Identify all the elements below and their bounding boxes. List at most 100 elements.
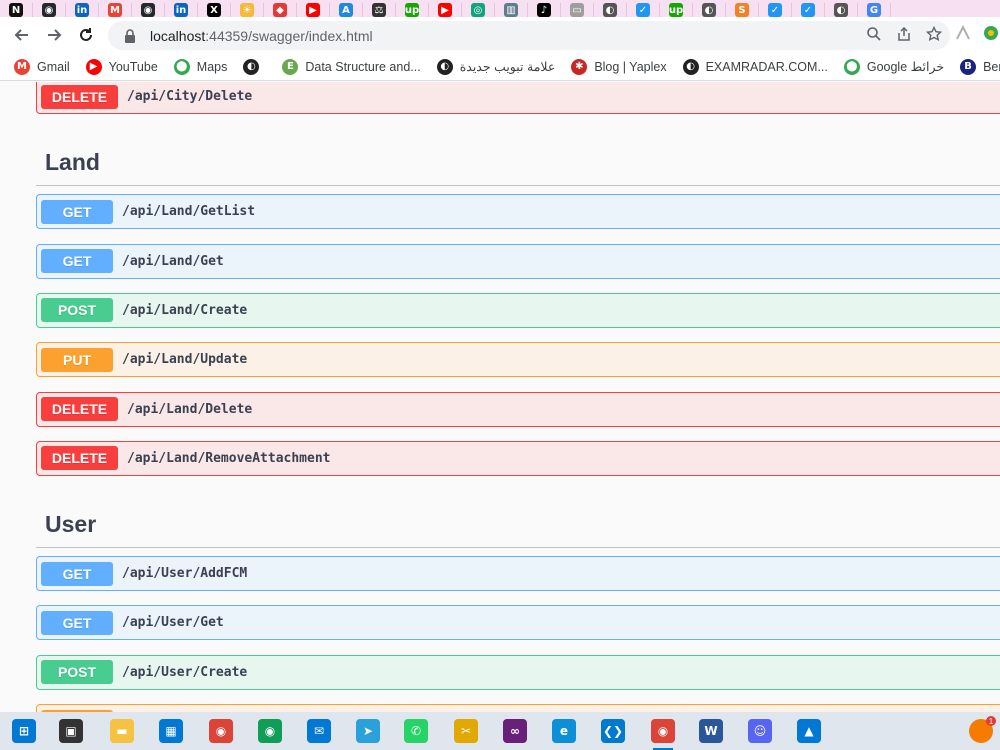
browser-tab[interactable]: ◎ xyxy=(462,3,495,17)
browser-tab[interactable]: up xyxy=(396,3,429,17)
browser-tab[interactable]: ▥ xyxy=(495,3,528,17)
reload-icon[interactable] xyxy=(70,19,102,51)
operation-row-post[interactable]: POST/api/Land/Create xyxy=(36,292,1000,328)
browser-tab[interactable]: ◆ xyxy=(264,3,297,17)
endpoint-path[interactable]: /api/City/Delete xyxy=(127,89,252,104)
browser-tab[interactable]: A xyxy=(330,3,363,17)
http-method-badge[interactable]: GET xyxy=(41,610,113,635)
taskbar-app-button[interactable]: ∞ xyxy=(500,716,530,746)
browser-tab[interactable]: up xyxy=(660,3,693,17)
browser-tab[interactable]: ⚖ xyxy=(363,3,396,17)
endpoint-path[interactable]: /api/User/Get xyxy=(122,615,224,630)
browser-tab[interactable]: ▭ xyxy=(561,3,594,17)
http-method-badge[interactable]: POST xyxy=(41,660,113,685)
operation-row-get[interactable]: GET/api/User/Get xyxy=(36,605,1000,641)
browser-tab[interactable]: ▶ xyxy=(297,3,330,17)
taskbar-app-button[interactable]: ◉ xyxy=(648,716,678,750)
browser-tab[interactable]: ◐ xyxy=(693,3,726,17)
browser-tab[interactable]: ◐ xyxy=(594,3,627,17)
operation-row-post[interactable]: POST/api/User/Create xyxy=(36,654,1000,690)
operation-row-delete[interactable]: DELETE/api/Land/RemoveAttachment xyxy=(36,440,1000,476)
operation-row-put[interactable]: PUT/api/Land/Update xyxy=(36,342,1000,378)
bookmark-item[interactable]: ◐ EXAMRADAR.COM... xyxy=(682,58,828,75)
address-bar[interactable]: localhost:44359/swagger/index.html xyxy=(108,21,950,50)
http-method-badge[interactable]: DELETE xyxy=(41,397,118,421)
profile-avatar-icon[interactable] xyxy=(983,25,999,46)
browser-tab[interactable]: ✓ xyxy=(627,3,660,17)
operation-row-delete[interactable]: DELETE/api/Land/Delete xyxy=(36,391,1000,427)
taskbar-app-button[interactable]: ☺ xyxy=(745,716,775,746)
browser-tab[interactable]: ◉ xyxy=(132,3,165,17)
browser-tab[interactable]: S xyxy=(726,3,759,17)
operation-row-get[interactable]: GET/api/Land/GetList xyxy=(36,194,1000,230)
endpoint-path[interactable]: /api/User/Create xyxy=(122,665,247,680)
bookmark-item[interactable]: ✱ Blog | Yaplex xyxy=(571,58,667,75)
bookmark-label: علامة تبويب جديدة xyxy=(459,60,556,74)
taskbar-app-button[interactable]: ❮❯ xyxy=(598,716,628,746)
browser-tab[interactable]: ▶ xyxy=(429,3,462,17)
browser-tab[interactable]: in xyxy=(66,3,99,17)
extension-icon[interactable] xyxy=(955,24,971,46)
forward-arrow-icon[interactable] xyxy=(38,19,70,51)
operation-row-delete[interactable]: DELETE/api/City/Delete xyxy=(36,82,1000,114)
browser-tab[interactable]: ◐ xyxy=(825,3,858,17)
endpoint-path[interactable]: /api/Land/Delete xyxy=(127,402,252,417)
url-text[interactable]: localhost:44359/swagger/index.html xyxy=(150,28,373,44)
bookmark-item[interactable]: ◐ xyxy=(243,58,266,75)
browser-tab[interactable]: in xyxy=(165,3,198,17)
tag-section-header-user[interactable]: User xyxy=(36,502,1000,549)
back-arrow-icon[interactable] xyxy=(6,19,38,51)
bookmark-item[interactable]: ⬤ Google خرائط xyxy=(843,58,944,75)
http-method-badge[interactable]: POST xyxy=(41,298,113,323)
operation-row-get[interactable]: GET/api/Land/Get xyxy=(36,243,1000,279)
taskbar-app-button[interactable]: ✉ xyxy=(304,716,334,746)
browser-tab[interactable]: N xyxy=(0,3,33,17)
taskbar-app-button[interactable]: ◉ xyxy=(206,716,236,746)
endpoint-path[interactable]: /api/Land/Update xyxy=(122,352,247,367)
browser-tab[interactable]: ◉ xyxy=(33,3,66,17)
bookmark-item[interactable]: ⬤ Maps xyxy=(173,58,227,75)
browser-tab[interactable]: ✓ xyxy=(759,3,792,17)
taskbar-app-button[interactable]: ✂ xyxy=(451,716,481,746)
bookmark-item[interactable]: M Gmail xyxy=(14,58,70,75)
bookmark-item[interactable]: E Data Structure and... xyxy=(282,58,421,75)
zoom-icon[interactable] xyxy=(866,26,882,46)
operation-row-put[interactable]: PUT/api/User/Update xyxy=(36,704,1000,712)
endpoint-path[interactable]: /api/Land/Get xyxy=(122,254,224,269)
bookmark-item[interactable]: ◐ علامة تبويب جديدة xyxy=(436,58,556,75)
browser-tab[interactable]: G xyxy=(858,3,891,17)
taskbar-app-button[interactable]: ◉ xyxy=(255,716,285,746)
share-icon[interactable] xyxy=(896,26,912,46)
http-method-badge[interactable]: GET xyxy=(41,199,113,224)
taskbar-app-button[interactable]: ▬ xyxy=(107,716,137,746)
taskbar-app-button[interactable]: ✆ xyxy=(401,716,431,746)
endpoint-path[interactable]: /api/Land/GetList xyxy=(122,204,255,219)
taskbar-app-button[interactable]: ▣ xyxy=(56,716,86,746)
taskbar-app-button[interactable]: ⊞ xyxy=(9,716,39,746)
http-method-badge[interactable]: DELETE xyxy=(41,84,118,109)
taskbar-app-button[interactable]: W xyxy=(696,716,726,746)
taskbar-app-button[interactable]: e xyxy=(549,716,579,746)
taskbar-app-button[interactable]: ▲ xyxy=(794,716,824,746)
http-method-badge[interactable]: PUT xyxy=(41,347,113,372)
browser-tab[interactable]: ✓ xyxy=(792,3,825,17)
http-method-badge[interactable]: DELETE xyxy=(41,446,118,471)
star-bookmark-icon[interactable] xyxy=(925,25,943,46)
browser-tab[interactable]: X xyxy=(198,3,231,17)
browser-tab[interactable]: ☀ xyxy=(231,3,264,17)
notification-tray[interactable]: 1 xyxy=(966,716,996,746)
operation-row-get[interactable]: GET/api/User/AddFCM xyxy=(36,556,1000,592)
browser-tab[interactable]: M xyxy=(99,3,132,17)
endpoint-path[interactable]: /api/Land/Create xyxy=(122,303,247,318)
tag-section-header-land[interactable]: Land xyxy=(36,140,1000,187)
bookmark-item[interactable]: B Berating cl xyxy=(960,58,1000,75)
taskbar-app-button[interactable]: ➤ xyxy=(353,716,383,746)
taskbar-app-button[interactable]: ▦ xyxy=(156,716,186,746)
browser-tab[interactable]: ♪ xyxy=(528,3,561,17)
http-method-badge[interactable]: GET xyxy=(41,249,113,274)
bookmark-item[interactable]: ▶ YouTube xyxy=(85,58,158,75)
http-method-badge[interactable]: GET xyxy=(41,561,113,586)
lock-icon[interactable] xyxy=(118,28,142,43)
endpoint-path[interactable]: /api/User/AddFCM xyxy=(122,566,247,581)
endpoint-path[interactable]: /api/Land/RemoveAttachment xyxy=(127,451,331,466)
